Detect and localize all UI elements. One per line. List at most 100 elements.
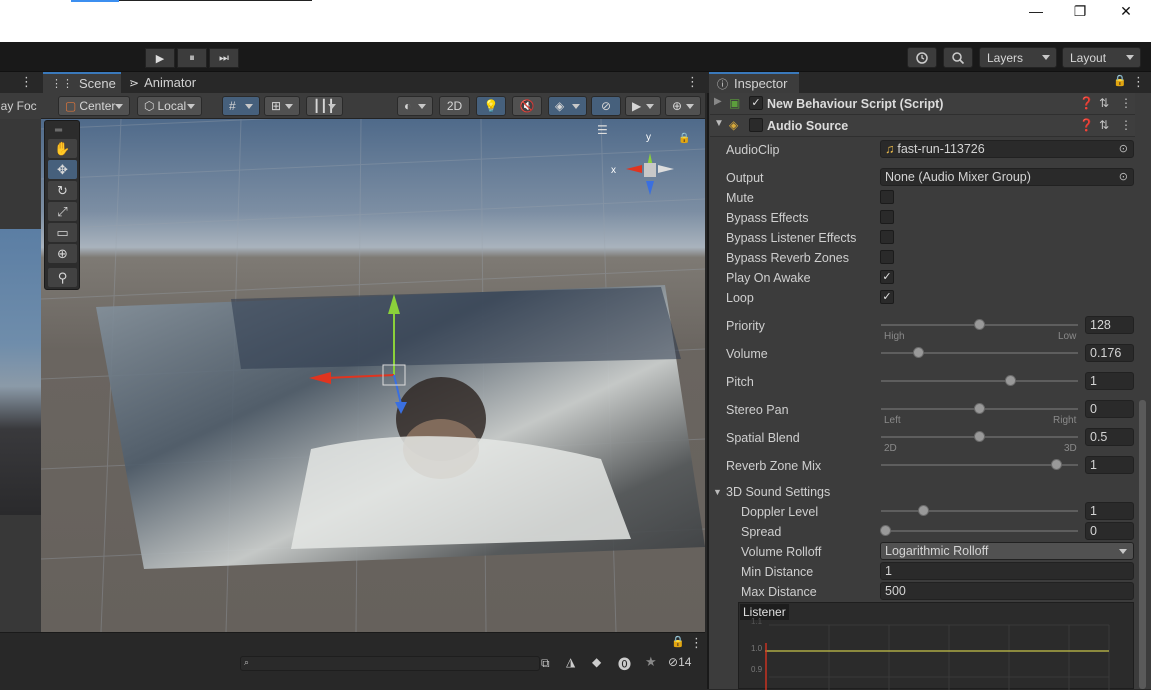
- custom-tool-icon[interactable]: ⚲: [48, 268, 77, 287]
- spread-input[interactable]: 0: [1085, 522, 1134, 540]
- sound3d-label[interactable]: 3D Sound Settings: [726, 485, 830, 499]
- doppler-input[interactable]: 1: [1085, 502, 1134, 520]
- hidden-objects-toggle[interactable]: ⊘: [591, 96, 621, 116]
- rolloff-graph[interactable]: Listener 1.1 1.0 0.9: [738, 602, 1134, 690]
- preset-icon[interactable]: ⇅: [1099, 118, 1109, 132]
- more-options-icon[interactable]: ⋮: [1120, 96, 1132, 110]
- rect-tool-icon[interactable]: ▭: [48, 223, 77, 242]
- space-mode-dropdown[interactable]: ⬡ Local: [137, 96, 202, 116]
- audioclip-field[interactable]: ♫ fast-run-113726 ⊙: [880, 140, 1134, 158]
- script-enabled-checkbox[interactable]: ✓: [749, 96, 763, 110]
- object-picker-icon[interactable]: ⊙: [1119, 170, 1128, 183]
- collapse-arrow-icon[interactable]: ▼: [713, 487, 722, 497]
- more-options-icon[interactable]: ⋮: [1132, 74, 1145, 90]
- reverb-mix-slider-track[interactable]: [881, 464, 1078, 466]
- spatial-blend-slider-thumb[interactable]: [974, 431, 985, 442]
- filter-icon[interactable]: ⧉: [541, 656, 550, 671]
- pitch-slider-thumb[interactable]: [1005, 375, 1016, 386]
- component-header-script[interactable]: ▶ ▣ ✓ New Behaviour Script (Script) ❓ ⇅ …: [710, 93, 1135, 115]
- restore-button[interactable]: ❐: [1057, 0, 1103, 22]
- drag-handle-icon[interactable]: ═: [55, 125, 62, 136]
- camera-dropdown[interactable]: ▶: [625, 96, 661, 116]
- transform-tool-icon[interactable]: ⊕: [48, 244, 77, 263]
- loop-checkbox[interactable]: ✓: [880, 290, 894, 304]
- doppler-slider-thumb[interactable]: [918, 505, 929, 516]
- tab-inspector[interactable]: ⓘ Inspector: [709, 72, 799, 93]
- play-focused-label[interactable]: lay Foc: [0, 99, 37, 113]
- move-gizmo[interactable]: [41, 119, 705, 632]
- mute-checkbox[interactable]: [880, 190, 894, 204]
- lock-icon[interactable]: 🔒: [671, 635, 685, 648]
- spread-slider-track[interactable]: [881, 530, 1078, 532]
- star-icon[interactable]: ★: [645, 654, 657, 670]
- snap-increment-button[interactable]: ⊞: [264, 96, 300, 116]
- move-tool-icon[interactable]: ✥: [48, 160, 77, 179]
- increment-snap-button[interactable]: ┃┃┃: [306, 96, 343, 116]
- warning-icon[interactable]: ⓿: [618, 654, 631, 673]
- audio-toggle-button[interactable]: 🔇: [512, 96, 542, 116]
- object-picker-icon[interactable]: ⊙: [1119, 142, 1128, 155]
- lock-icon[interactable]: 🔒: [678, 133, 690, 144]
- scale-tool-icon[interactable]: ⤢: [48, 202, 77, 221]
- rotate-tool-icon[interactable]: ↻: [48, 181, 77, 200]
- rolloff-dropdown[interactable]: Logarithmic Rolloff: [880, 542, 1134, 560]
- volume-input[interactable]: 0.176: [1085, 344, 1134, 362]
- preset-icon[interactable]: ⇅: [1099, 96, 1109, 110]
- doppler-slider-track[interactable]: [881, 510, 1078, 512]
- play-on-awake-checkbox[interactable]: ✓: [880, 270, 894, 284]
- inspector-scrollbar[interactable]: [1139, 400, 1146, 689]
- hand-tool-icon[interactable]: ✋: [48, 139, 77, 158]
- priority-slider-thumb[interactable]: [974, 319, 985, 330]
- stereo-pan-input[interactable]: 0: [1085, 400, 1134, 418]
- type-filter-icon[interactable]: ◮: [566, 655, 575, 669]
- gizmos-dropdown[interactable]: ⊕: [665, 96, 701, 116]
- pause-button[interactable]: ⏸: [177, 48, 207, 68]
- max-distance-input[interactable]: 500: [880, 582, 1134, 600]
- volume-slider-thumb[interactable]: [913, 347, 924, 358]
- pitch-input[interactable]: 1: [1085, 372, 1134, 390]
- undo-history-button[interactable]: [907, 47, 937, 68]
- grid-toggle-button[interactable]: #: [222, 96, 260, 116]
- reverb-mix-slider-thumb[interactable]: [1051, 459, 1062, 470]
- priority-input[interactable]: 128: [1085, 316, 1134, 334]
- bypass-listener-checkbox[interactable]: [880, 230, 894, 244]
- close-button[interactable]: ✕: [1103, 0, 1149, 22]
- play-button[interactable]: ▶: [145, 48, 175, 68]
- step-button[interactable]: ⏭: [209, 48, 239, 68]
- volume-slider-track[interactable]: [881, 352, 1078, 354]
- effects-dropdown[interactable]: ◈: [548, 96, 587, 116]
- scene-viewport[interactable]: y x 🔒 ☰: [41, 119, 705, 632]
- bypass-reverb-checkbox[interactable]: [880, 250, 894, 264]
- lock-icon[interactable]: 🔒: [1113, 74, 1127, 87]
- spread-slider-thumb[interactable]: [880, 525, 891, 536]
- help-icon[interactable]: ❓: [1079, 96, 1094, 110]
- collapse-arrow-icon[interactable]: ▼: [714, 118, 724, 129]
- hidden-count[interactable]: ⊘14: [668, 655, 691, 669]
- more-options-icon[interactable]: ⋮: [20, 74, 33, 90]
- layout-dropdown[interactable]: Layout: [1062, 47, 1141, 68]
- pivot-mode-dropdown[interactable]: ▢ Center: [58, 96, 130, 116]
- output-field[interactable]: None (Audio Mixer Group) ⊙: [880, 168, 1134, 186]
- layers-dropdown[interactable]: Layers: [979, 47, 1057, 68]
- lighting-toggle-button[interactable]: 💡: [476, 96, 506, 116]
- stereo-pan-slider-thumb[interactable]: [974, 403, 985, 414]
- draw-mode-dropdown[interactable]: ◐: [397, 96, 433, 116]
- more-options-icon[interactable]: ⋮: [686, 74, 699, 90]
- reverb-mix-input[interactable]: 1: [1085, 456, 1134, 474]
- minimize-button[interactable]: —: [1013, 0, 1059, 22]
- pitch-slider-track[interactable]: [881, 380, 1078, 382]
- bypass-effects-checkbox[interactable]: [880, 210, 894, 224]
- orientation-gizmo[interactable]: [608, 131, 688, 211]
- min-distance-input[interactable]: 1: [880, 562, 1134, 580]
- label-filter-icon[interactable]: ◆: [592, 655, 601, 669]
- help-icon[interactable]: ❓: [1079, 118, 1094, 132]
- search-button[interactable]: [943, 47, 973, 68]
- audio-source-enabled-checkbox[interactable]: [749, 118, 763, 132]
- spatial-blend-input[interactable]: 0.5: [1085, 428, 1134, 446]
- expand-arrow-icon[interactable]: ▶: [714, 96, 722, 107]
- tab-animator[interactable]: ⋗ Animator: [121, 72, 211, 93]
- search-input[interactable]: ⌕: [240, 656, 540, 671]
- hamburger-icon[interactable]: ☰: [597, 123, 608, 137]
- toggle-2d-button[interactable]: 2D: [439, 96, 470, 116]
- component-header-audio-source[interactable]: ▼ ◈ Audio Source ❓ ⇅ ⋮: [710, 115, 1135, 137]
